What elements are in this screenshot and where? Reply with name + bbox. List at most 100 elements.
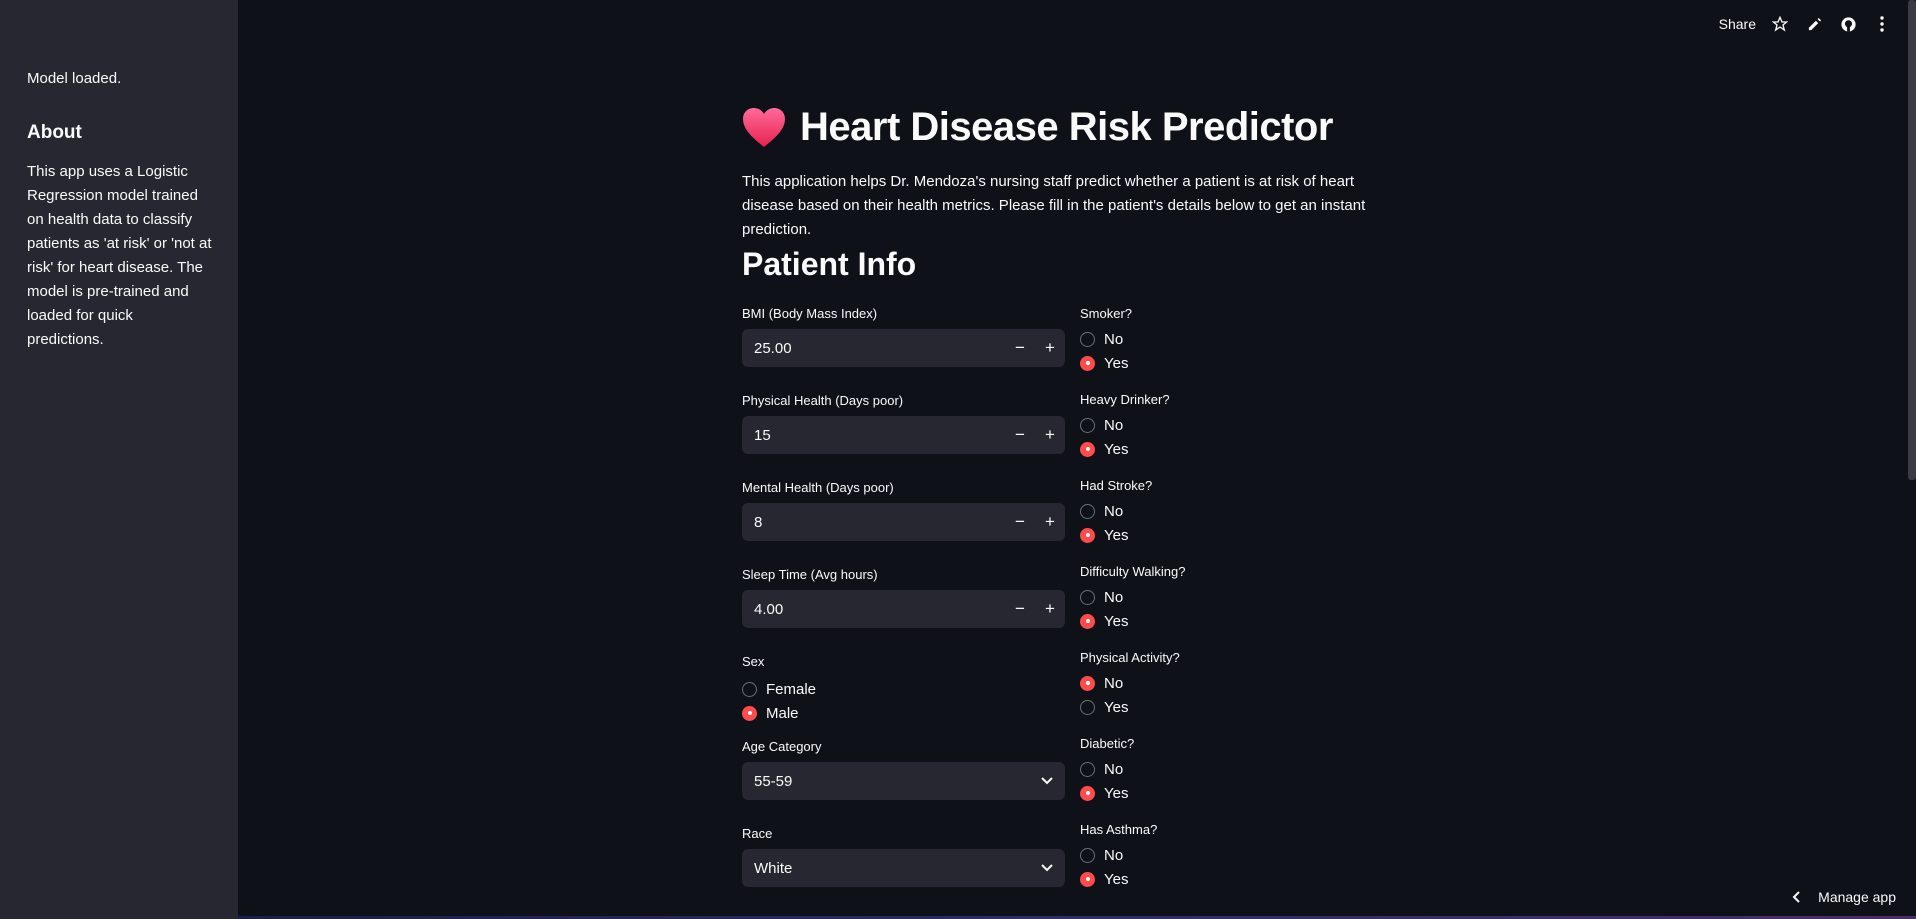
chevron-down-icon[interactable]	[1041, 777, 1053, 785]
age-category-value: 55-59	[754, 772, 793, 790]
mental-health-label: Mental Health (Days poor)	[742, 480, 894, 495]
radio-unselected-icon[interactable]	[1080, 847, 1095, 863]
radio-label: No	[1104, 588, 1124, 606]
radio-selected-icon[interactable]	[742, 705, 757, 721]
diabetic-option-no[interactable]: No	[1080, 757, 1380, 781]
radio-label: Yes	[1104, 526, 1129, 544]
race-select[interactable]: White	[742, 849, 1065, 887]
radio-selected-icon[interactable]	[1080, 675, 1095, 691]
radio-selected-icon[interactable]	[1080, 871, 1095, 887]
mental-health-input[interactable]: 8 − +	[742, 503, 1065, 541]
radio-unselected-icon[interactable]	[1080, 503, 1095, 519]
sidebar: Model loaded. About This app uses a Logi…	[0, 0, 238, 919]
physical-activity-option-yes[interactable]: Yes	[1080, 695, 1380, 719]
radio-selected-icon[interactable]	[1080, 613, 1095, 629]
radio-selected-icon[interactable]	[1080, 441, 1095, 457]
mental-health-decrement-button[interactable]: −	[1005, 503, 1035, 541]
radio-label: No	[1104, 330, 1124, 348]
mental-health-increment-button[interactable]: +	[1035, 503, 1065, 541]
sleep-time-label: Sleep Time (Avg hours)	[742, 567, 878, 582]
manage-app-label[interactable]: Manage app	[1818, 889, 1896, 905]
heavy-drinker-label: Heavy Drinker?	[1080, 392, 1170, 407]
physical-activity-label: Physical Activity?	[1080, 650, 1180, 665]
kebab-menu-icon[interactable]	[1872, 14, 1892, 34]
sex-option-female[interactable]: Female	[742, 677, 1065, 701]
sleep-time-decrement-button[interactable]: −	[1005, 590, 1035, 628]
age-category-select[interactable]: 55-59	[742, 762, 1065, 800]
top-toolbar: Share	[1719, 14, 1892, 34]
model-status-text: Model loaded.	[27, 70, 122, 87]
sex-option-male[interactable]: Male	[742, 701, 1065, 725]
section-title: Patient Info	[742, 246, 917, 282]
radio-unselected-icon[interactable]	[1080, 417, 1095, 433]
radio-label: Yes	[1104, 870, 1129, 888]
radio-label: No	[1104, 846, 1124, 864]
share-button[interactable]: Share	[1719, 16, 1756, 32]
sleep-time-input[interactable]: 4.00 − +	[742, 590, 1065, 628]
physical-activity-option-no[interactable]: No	[1080, 671, 1380, 695]
manage-app-button[interactable]: Manage app	[1792, 889, 1896, 905]
had-stroke-option-no[interactable]: No	[1080, 499, 1380, 523]
has-asthma-option-yes[interactable]: Yes	[1080, 867, 1380, 891]
smoker-label: Smoker?	[1080, 306, 1133, 321]
difficulty-walking-label: Difficulty Walking?	[1080, 564, 1186, 579]
has-asthma-option-no[interactable]: No	[1080, 843, 1380, 867]
radio-unselected-icon[interactable]	[1080, 589, 1095, 605]
has-asthma-group: Has Asthma? No Yes	[1080, 822, 1380, 891]
difficulty-walking-option-yes[interactable]: Yes	[1080, 609, 1380, 633]
radio-label: Yes	[1104, 612, 1129, 630]
page-title-row: Heart Disease Risk Predictor	[742, 105, 1333, 150]
radio-unselected-icon[interactable]	[742, 681, 757, 697]
bmi-input[interactable]: 25.00 − +	[742, 329, 1065, 367]
physical-health-decrement-button[interactable]: −	[1005, 416, 1035, 454]
sleep-time-value[interactable]: 4.00	[754, 601, 1005, 618]
physical-health-value[interactable]: 15	[754, 427, 1005, 444]
radio-label: No	[1104, 674, 1124, 692]
smoker-group: Smoker? No Yes	[1080, 306, 1380, 375]
sleep-time-increment-button[interactable]: +	[1035, 590, 1065, 628]
radio-label: Male	[766, 704, 799, 722]
bmi-value[interactable]: 25.00	[754, 340, 1005, 357]
physical-health-label: Physical Health (Days poor)	[742, 393, 904, 408]
radio-unselected-icon[interactable]	[1080, 331, 1095, 347]
radio-selected-icon[interactable]	[1080, 527, 1095, 543]
radio-selected-icon[interactable]	[1080, 355, 1095, 371]
page-scrollbar[interactable]	[1908, 0, 1916, 480]
radio-unselected-icon[interactable]	[1080, 761, 1095, 777]
physical-health-input[interactable]: 15 − +	[742, 416, 1065, 454]
heart-icon	[743, 107, 785, 147]
physical-health-increment-button[interactable]: +	[1035, 416, 1065, 454]
sex-label: Sex	[742, 654, 765, 669]
had-stroke-label: Had Stroke?	[1080, 478, 1153, 493]
difficulty-walking-option-no[interactable]: No	[1080, 585, 1380, 609]
pencil-icon[interactable]	[1804, 14, 1824, 34]
mental-health-value[interactable]: 8	[754, 514, 1005, 531]
heavy-drinker-option-no[interactable]: No	[1080, 413, 1380, 437]
age-category-label: Age Category	[742, 739, 822, 754]
radio-label: No	[1104, 760, 1124, 778]
race-label: Race	[742, 826, 773, 841]
physical-activity-group: Physical Activity? No Yes	[1080, 650, 1380, 719]
radio-label: Yes	[1104, 784, 1129, 802]
page-title: Heart Disease Risk Predictor	[800, 105, 1333, 149]
radio-label: Yes	[1104, 440, 1129, 458]
bmi-decrement-button[interactable]: −	[1005, 329, 1035, 367]
radio-label: Yes	[1104, 698, 1129, 716]
bmi-increment-button[interactable]: +	[1035, 329, 1065, 367]
had-stroke-group: Had Stroke? No Yes	[1080, 478, 1380, 547]
chevron-left-icon[interactable]	[1792, 891, 1800, 903]
radio-label: No	[1104, 416, 1124, 434]
heavy-drinker-option-yes[interactable]: Yes	[1080, 437, 1380, 461]
diabetic-option-yes[interactable]: Yes	[1080, 781, 1380, 805]
left-column: BMI (Body Mass Index) 25.00 − + Physical…	[742, 306, 1065, 913]
radio-unselected-icon[interactable]	[1080, 699, 1095, 715]
chevron-down-icon[interactable]	[1041, 864, 1053, 872]
github-icon[interactable]	[1838, 14, 1858, 34]
radio-selected-icon[interactable]	[1080, 785, 1095, 801]
smoker-option-no[interactable]: No	[1080, 327, 1380, 351]
star-icon[interactable]	[1770, 14, 1790, 34]
heavy-drinker-group: Heavy Drinker? No Yes	[1080, 392, 1380, 461]
had-stroke-option-yes[interactable]: Yes	[1080, 523, 1380, 547]
radio-label: Female	[766, 680, 817, 698]
smoker-option-yes[interactable]: Yes	[1080, 351, 1380, 375]
